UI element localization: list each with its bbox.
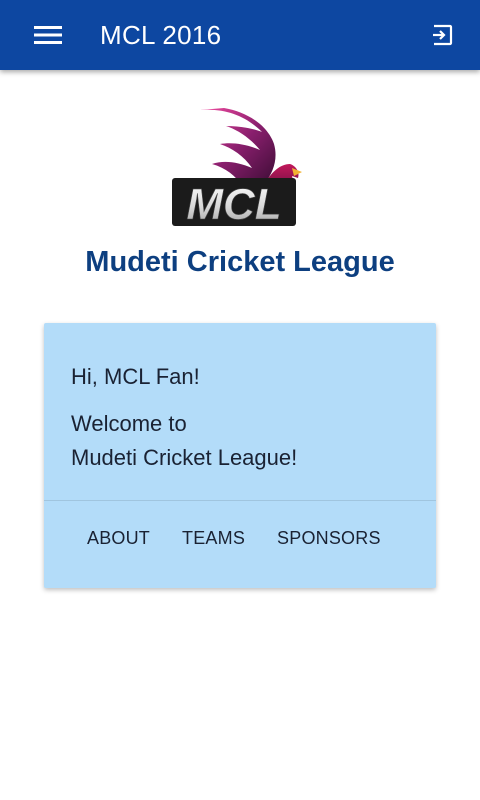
league-title: Mudeti Cricket League	[85, 246, 395, 278]
mcl-logo: MCL	[172, 108, 302, 229]
greeting-text: Hi, MCL Fan!	[71, 364, 200, 389]
logo-text: MCL	[186, 180, 281, 229]
card-actions: ABOUT TEAMS SPONSORS	[71, 521, 397, 555]
welcome-card: Hi, MCL Fan! Welcome to Mudeti Cricket L…	[44, 323, 436, 588]
welcome-line-1: Welcome to	[71, 411, 187, 436]
logout-button[interactable]	[426, 19, 458, 51]
sponsors-button[interactable]: SPONSORS	[261, 521, 397, 555]
welcome-text: Welcome to Mudeti Cricket League!	[71, 407, 297, 475]
card-divider	[44, 500, 436, 501]
menu-button[interactable]	[26, 17, 70, 53]
hamburger-menu-icon	[34, 26, 62, 44]
app-title: MCL 2016	[100, 20, 222, 50]
app-bar: MCL 2016	[0, 0, 480, 70]
teams-button[interactable]: TEAMS	[166, 521, 261, 555]
welcome-line-2: Mudeti Cricket League!	[71, 445, 298, 470]
logout-icon	[433, 24, 453, 46]
about-button[interactable]: ABOUT	[71, 521, 166, 555]
